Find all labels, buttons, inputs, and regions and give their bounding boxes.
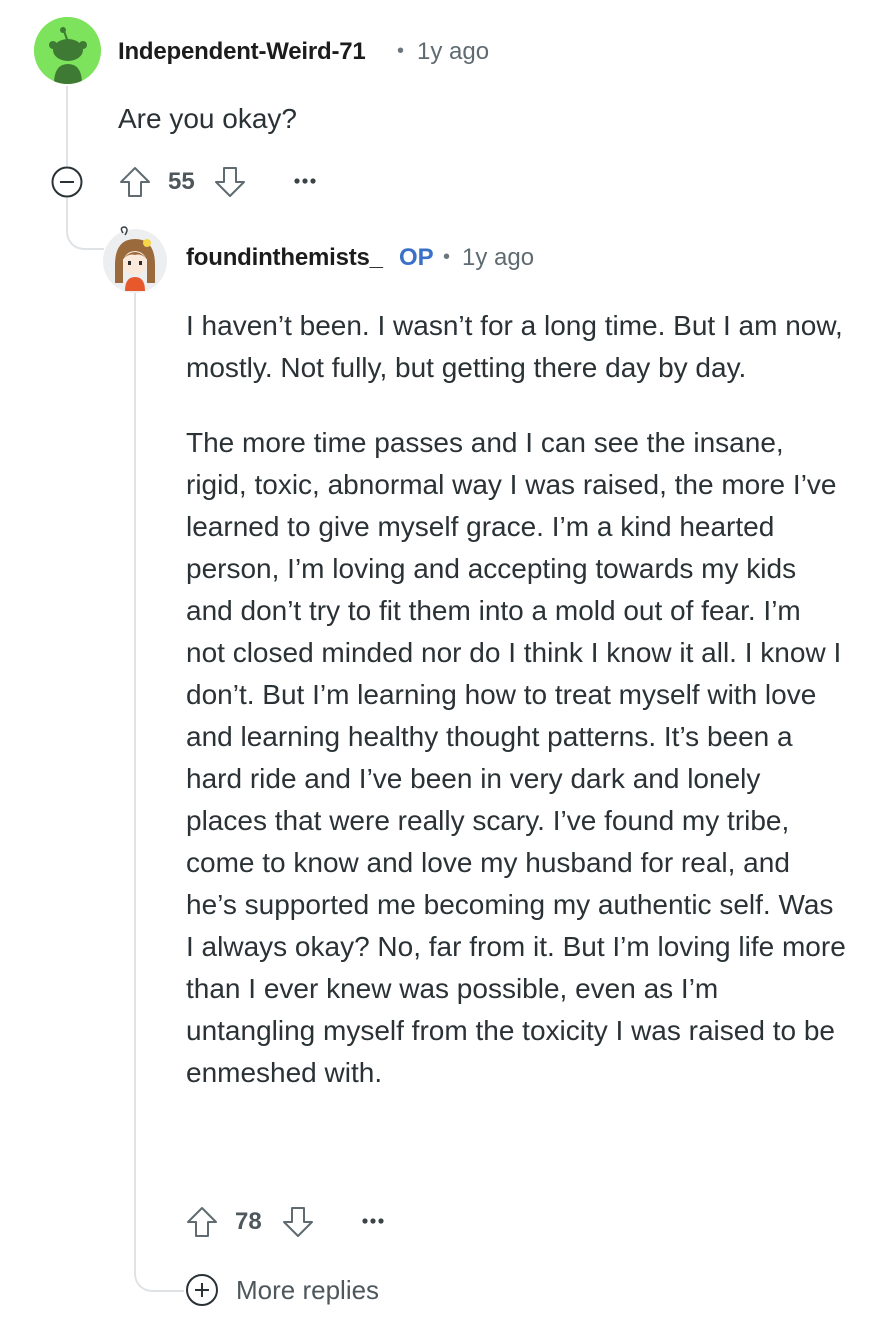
plus-circle-icon[interactable] bbox=[184, 1272, 220, 1308]
parent-separator-dot: • bbox=[397, 40, 405, 62]
more-replies-connector-curve bbox=[134, 1254, 184, 1292]
upvote-arrow-icon[interactable] bbox=[117, 164, 153, 200]
minus-circle-icon[interactable] bbox=[50, 165, 84, 199]
upvote-arrow-icon[interactable] bbox=[184, 1204, 220, 1240]
parent-username[interactable]: Independent-Weird-71 bbox=[118, 38, 366, 66]
reddit-snoo-avatar-icon[interactable] bbox=[34, 17, 101, 84]
reply-username[interactable]: foundinthemists_ bbox=[186, 244, 383, 272]
more-options-icon[interactable] bbox=[288, 166, 322, 196]
parent-thread-line bbox=[66, 86, 68, 166]
reply-comment-body: I haven’t been. I wasn’t for a long time… bbox=[186, 305, 846, 1094]
parent-comment-text: Are you okay? bbox=[118, 103, 297, 134]
downvote-arrow-icon[interactable] bbox=[280, 1204, 316, 1240]
parent-vote-count: 55 bbox=[168, 168, 195, 195]
reply-thread-line bbox=[134, 292, 136, 1264]
reply-paragraph-1: I haven’t been. I wasn’t for a long time… bbox=[186, 310, 843, 383]
reply-separator-dot: • bbox=[443, 246, 451, 268]
reply-vote-count: 78 bbox=[235, 1208, 262, 1235]
more-options-icon[interactable] bbox=[356, 1206, 390, 1236]
op-badge: OP bbox=[399, 244, 434, 271]
downvote-arrow-icon[interactable] bbox=[212, 164, 248, 200]
parent-timestamp[interactable]: 1y ago bbox=[417, 38, 489, 66]
reply-connector-curve bbox=[66, 214, 104, 250]
custom-character-avatar-icon[interactable] bbox=[101, 225, 169, 293]
reply-timestamp[interactable]: 1y ago bbox=[462, 244, 534, 272]
more-replies-link[interactable]: More replies bbox=[236, 1275, 379, 1306]
reply-paragraph-2: The more time passes and I can see the i… bbox=[186, 427, 846, 1088]
parent-comment-body: Are you okay? bbox=[118, 98, 818, 140]
